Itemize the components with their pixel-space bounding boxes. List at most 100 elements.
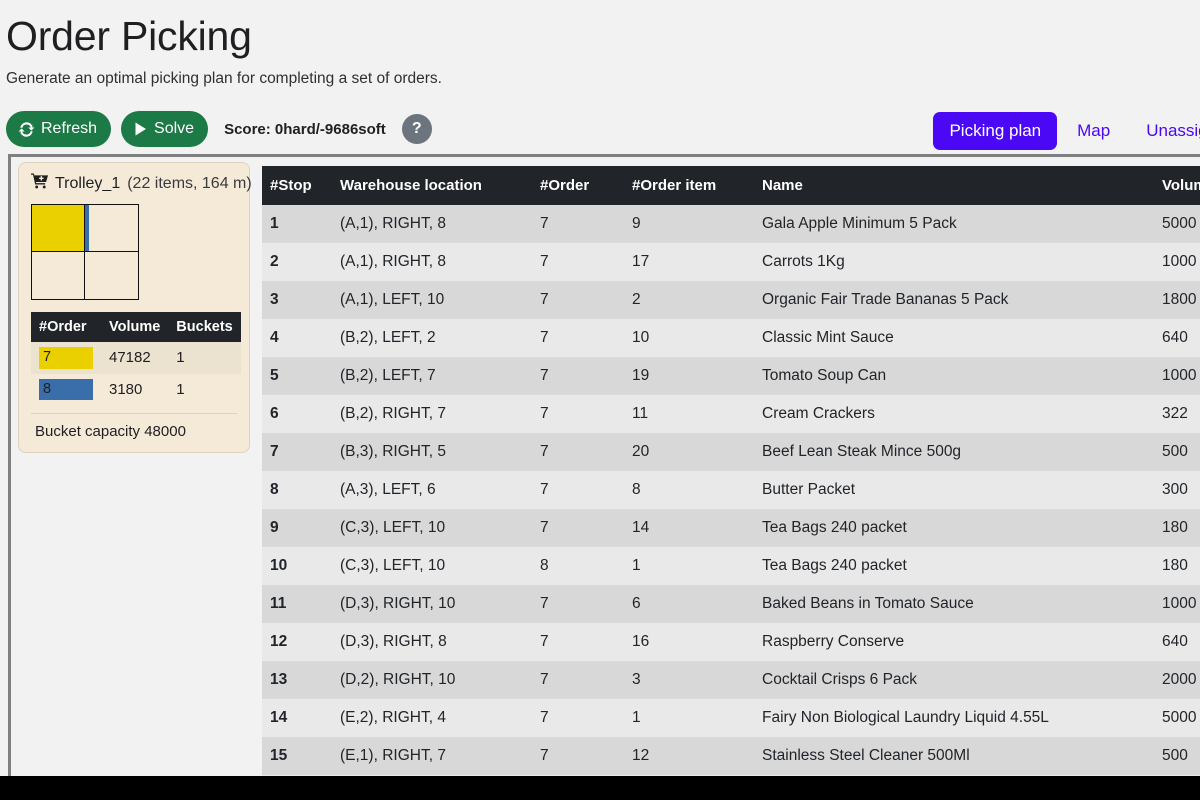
item-name: Carrots 1Kg — [762, 253, 845, 270]
page-title: Order Picking — [6, 13, 252, 59]
picking-plan-rows: 1 (A,1), RIGHT, 8 7 9 Gala Apple Minimum 5 P… — [262, 205, 1200, 776]
order-number: 8 — [540, 557, 549, 574]
order-number: 7 — [540, 215, 549, 232]
picking-plan-panel: #Stop Warehouse location #Order #Order i… — [262, 166, 1200, 776]
table-row[interactable]: 9 (C,3), LEFT, 10 7 14 Tea Bags 240 packet 18… — [262, 509, 1200, 547]
warehouse-location: (E,1), RIGHT, 7 — [340, 747, 446, 764]
table-row[interactable]: 14 (E,2), RIGHT, 4 7 1 Fairy Non Biological … — [262, 699, 1200, 737]
table-header-row: #Order Volume Buckets — [31, 312, 241, 342]
bucket-cell — [85, 205, 138, 252]
toolbar-divider — [8, 154, 1200, 157]
trolley-order-table: #Order Volume Buckets 7 47182 1 8 3180 1 — [31, 312, 241, 405]
picking-plan-table: #Stop Warehouse location #Order #Order i… — [262, 166, 1200, 776]
item-volume: 1000 — [1162, 253, 1197, 270]
order-number: 7 — [540, 443, 549, 460]
item-volume: 500 — [1162, 747, 1188, 764]
tab-map[interactable]: Map — [1061, 112, 1126, 150]
order-item-number: 12 — [632, 747, 650, 764]
order-item-number: 14 — [632, 519, 650, 536]
order-item-number: 8 — [632, 481, 641, 498]
column-header-volume: Volume — [101, 312, 169, 342]
stop-number: 2 — [270, 253, 279, 270]
table-row[interactable]: 13 (D,2), RIGHT, 10 7 3 Cocktail Crisps 6 Pa… — [262, 661, 1200, 699]
order-item-number: 2 — [632, 291, 641, 308]
warehouse-location: (B,2), LEFT, 2 — [340, 329, 436, 346]
table-row[interactable]: 4 (B,2), LEFT, 2 7 10 Classic Mint Sauce 640 — [262, 319, 1200, 357]
warehouse-location: (E,2), RIGHT, 4 — [340, 709, 446, 726]
item-volume: 640 — [1162, 633, 1188, 650]
stop-number: 5 — [270, 367, 279, 384]
order-badge: 7 — [39, 347, 93, 369]
table-row[interactable]: 12 (D,3), RIGHT, 8 7 16 Raspberry Conserve 64… — [262, 623, 1200, 661]
item-name: Raspberry Conserve — [762, 633, 905, 650]
item-name: Cream Crackers — [762, 405, 875, 422]
warehouse-location: (C,3), LEFT, 10 — [340, 519, 446, 536]
column-header-buckets: Buckets — [168, 312, 241, 342]
table-row[interactable]: 7 (B,3), RIGHT, 5 7 20 Beef Lean Steak Mince… — [262, 433, 1200, 471]
refresh-icon — [18, 121, 35, 138]
table-row[interactable]: 8 (A,3), LEFT, 6 7 8 Butter Packet 300 — [262, 471, 1200, 509]
item-name: Baked Beans in Tomato Sauce — [762, 595, 974, 612]
item-name: Butter Packet — [762, 481, 856, 498]
table-row[interactable]: 8 3180 1 — [31, 374, 241, 406]
item-volume: 1000 — [1162, 595, 1197, 612]
stop-number: 13 — [270, 671, 288, 688]
warehouse-location: (C,3), LEFT, 10 — [340, 557, 446, 574]
column-header-stop: #Stop — [262, 166, 332, 205]
item-name: Fairy Non Biological Laundry Liquid 4.55… — [762, 709, 1049, 726]
order-item-number: 16 — [632, 633, 650, 650]
stop-number: 14 — [270, 709, 288, 726]
warehouse-location: (A,1), LEFT, 10 — [340, 291, 445, 308]
stop-number: 15 — [270, 747, 288, 764]
column-header-order-item: #Order item — [624, 166, 754, 205]
item-name: Gala Apple Minimum 5 Pack — [762, 215, 957, 232]
column-header-warehouse-location: Warehouse location — [332, 166, 532, 205]
item-volume: 640 — [1162, 329, 1188, 346]
bucket-fill — [32, 205, 84, 251]
column-header-name: Name — [754, 166, 1154, 205]
table-row[interactable]: 11 (D,3), RIGHT, 10 7 6 Baked Beans in Tomat… — [262, 585, 1200, 623]
left-edge-divider — [8, 154, 11, 776]
table-row[interactable]: 6 (B,2), RIGHT, 7 7 11 Cream Crackers 322 — [262, 395, 1200, 433]
stop-number: 4 — [270, 329, 279, 346]
stop-number: 7 — [270, 443, 279, 460]
tab-picking-plan[interactable]: Picking plan — [933, 112, 1058, 150]
order-item-number: 20 — [632, 443, 650, 460]
item-volume: 2000 — [1162, 671, 1197, 688]
warehouse-location: (D,2), RIGHT, 10 — [340, 671, 456, 688]
bucket-grid — [31, 204, 139, 300]
table-row[interactable]: 3 (A,1), LEFT, 10 7 2 Organic Fair Trade Ban… — [262, 281, 1200, 319]
item-name: Beef Lean Steak Mince 500g — [762, 443, 962, 460]
order-number: 7 — [540, 291, 549, 308]
order-number: 7 — [540, 405, 549, 422]
warehouse-location: (B,3), RIGHT, 5 — [340, 443, 446, 460]
order-number: 7 — [540, 671, 549, 688]
bucket-cell — [32, 205, 85, 252]
tab-unassigned[interactable]: Unassigned — [1130, 112, 1200, 150]
item-volume: 322 — [1162, 405, 1188, 422]
order-number: 7 — [540, 709, 549, 726]
trolley-card[interactable]: Trolley_1 (22 items, 164 m) #Order Volum… — [18, 162, 252, 454]
table-row[interactable]: 10 (C,3), LEFT, 10 8 1 Tea Bags 240 packet 18… — [262, 547, 1200, 585]
column-header-order: #Order — [532, 166, 624, 205]
item-name: Classic Mint Sauce — [762, 329, 894, 346]
column-header-volume: Volume — [1154, 166, 1200, 205]
order-badge: 8 — [39, 378, 93, 401]
order-number: 7 — [540, 519, 549, 536]
refresh-button[interactable]: Refresh — [6, 111, 112, 147]
bucket-cell — [85, 252, 138, 299]
item-name: Organic Fair Trade Bananas 5 Pack — [762, 291, 1009, 308]
item-volume: 1800 — [1162, 291, 1197, 308]
table-row[interactable]: 15 (E,1), RIGHT, 7 7 12 Stainless Steel Clea… — [262, 737, 1200, 775]
order-number: 7 — [540, 595, 549, 612]
order-item-number: 9 — [632, 215, 641, 232]
trolley-order-rows: 7 47182 1 8 3180 1 — [31, 342, 241, 405]
table-row[interactable]: 1 (A,1), RIGHT, 8 7 9 Gala Apple Minimum 5 P… — [262, 205, 1200, 243]
table-row[interactable]: 5 (B,2), LEFT, 7 7 19 Tomato Soup Can 1000 — [262, 357, 1200, 395]
bucket-fill — [85, 205, 89, 251]
table-row[interactable]: 2 (A,1), RIGHT, 8 7 17 Carrots 1Kg 1000 — [262, 243, 1200, 281]
solve-button[interactable]: Solve — [121, 111, 209, 147]
stop-number: 8 — [270, 481, 279, 498]
table-row[interactable]: 7 47182 1 — [31, 342, 241, 374]
help-icon[interactable]: ? — [401, 114, 432, 144]
